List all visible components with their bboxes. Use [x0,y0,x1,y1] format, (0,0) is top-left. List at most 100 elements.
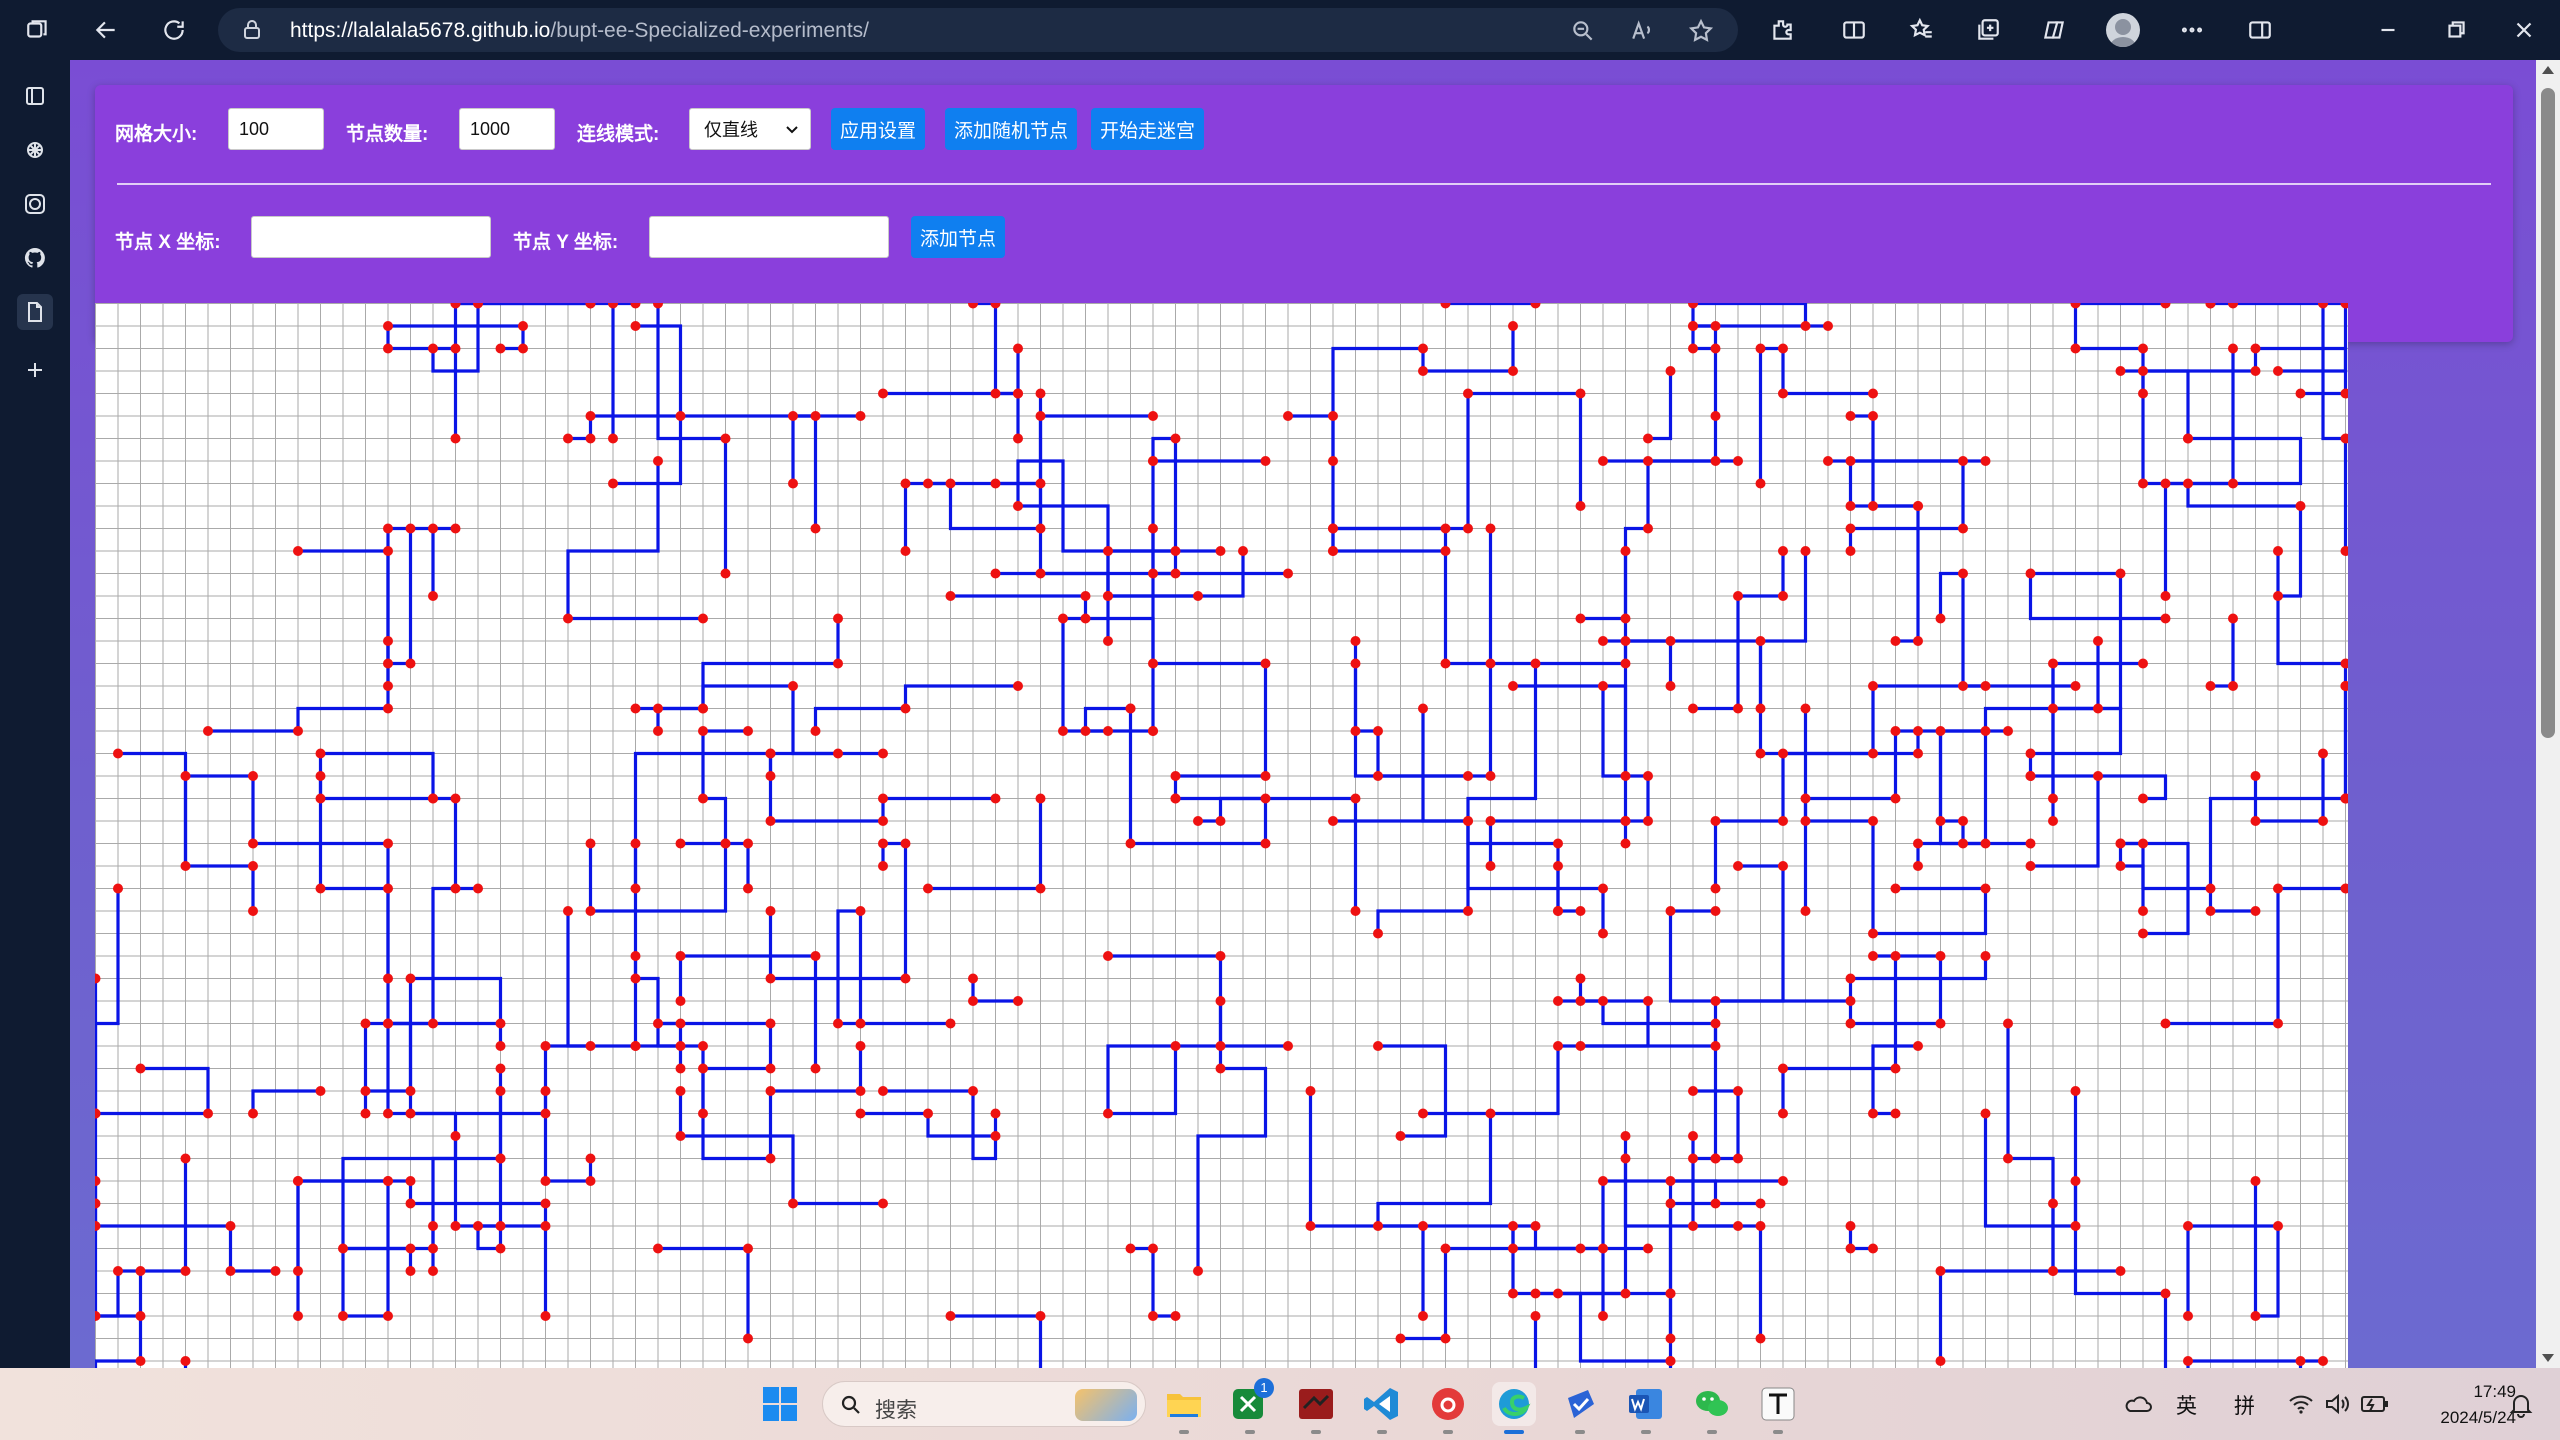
ime-mode[interactable]: 拼 [2234,1390,2255,1420]
maze-node[interactable] [1913,636,1923,646]
maze-grid[interactable] [95,303,2348,1368]
typora-icon[interactable] [1756,1382,1800,1434]
maze-node[interactable] [1328,523,1338,534]
maze-node[interactable] [518,321,528,331]
maze-node[interactable] [1800,906,1811,916]
maze-node[interactable] [1665,906,1676,916]
maze-node[interactable] [95,1108,101,1119]
maze-node[interactable] [1485,1108,1496,1119]
maze-node[interactable] [2070,1221,2081,1231]
maze-node[interactable] [765,1153,776,1164]
maze-node[interactable] [135,1311,146,1321]
maze-node[interactable] [2025,748,2036,759]
maze-node[interactable] [2273,1221,2283,1231]
maze-node[interactable] [1575,1243,1586,1254]
maze-node[interactable] [203,1108,213,1119]
maze-node[interactable] [833,1018,843,1029]
maze-node[interactable] [1778,343,1788,354]
maze-node[interactable] [855,1018,866,1029]
vscode-icon[interactable] [1360,1382,1404,1434]
maze-node[interactable] [1215,1041,1226,1051]
maze-node[interactable] [675,1041,686,1051]
maze-node[interactable] [1553,1288,1563,1299]
maze-node[interactable] [405,1243,416,1254]
maze-node[interactable] [113,883,123,894]
maze-node[interactable] [2250,771,2261,781]
taskbar-search[interactable]: 搜索 [822,1381,1146,1427]
maze-node[interactable] [1553,1041,1563,1051]
maze-node[interactable] [1575,996,1586,1006]
maze-node[interactable] [1485,816,1496,826]
maze-node[interactable] [2048,703,2058,714]
maze-node[interactable] [1553,906,1563,916]
maze-node[interactable] [585,411,596,421]
maze-node[interactable] [1170,433,1181,444]
maze-node[interactable] [1305,1086,1316,1096]
maze-node[interactable] [473,883,483,894]
maze-node[interactable] [2340,388,2349,399]
maze-node[interactable] [1013,996,1023,1006]
maze-node[interactable] [563,613,573,624]
maze-node[interactable] [585,838,596,849]
maze-node[interactable] [450,343,461,354]
maze-node[interactable] [270,1266,281,1276]
maze-node[interactable] [1620,546,1631,556]
apply-settings-button[interactable]: 应用设置 [831,108,926,150]
maze-node[interactable] [1688,1221,1698,1231]
maze-node[interactable] [1778,591,1788,601]
maze-node[interactable] [2183,433,2193,444]
maze-node[interactable] [1913,838,1923,849]
maze-node[interactable] [1463,906,1473,916]
maze-node[interactable] [1665,1356,1676,1366]
maze-node[interactable] [1373,771,1383,781]
maze-node[interactable] [1890,636,1901,646]
maze-node[interactable] [720,433,731,444]
maze-node[interactable] [765,973,776,984]
maze-node[interactable] [1958,523,1968,534]
maze-node[interactable] [1575,906,1586,916]
tabs-icon[interactable] [17,78,53,114]
maze-node[interactable] [1845,501,1856,511]
maze-node[interactable] [1980,1108,1991,1119]
maze-node[interactable] [878,793,888,804]
maze-node[interactable] [653,1243,663,1254]
maze-node[interactable] [2273,1018,2283,1029]
maze-node[interactable] [1013,433,1023,444]
maze-node[interactable] [248,838,258,849]
maze-node[interactable] [248,1108,258,1119]
maze-node[interactable] [1553,838,1563,849]
maze-node[interactable] [180,1153,191,1164]
maze-node[interactable] [2138,366,2148,376]
maze-node[interactable] [2138,793,2148,804]
maze-node[interactable] [405,1198,416,1209]
maze-node[interactable] [2160,613,2171,624]
maze-node[interactable] [630,703,641,714]
maze-node[interactable] [1598,883,1608,894]
maze-node[interactable] [1890,726,1901,736]
maze-node[interactable] [2138,838,2148,849]
maze-node[interactable] [2070,303,2081,309]
netease-music-icon[interactable] [1426,1382,1470,1434]
maze-node[interactable] [1373,1221,1383,1231]
maze-node[interactable] [2340,793,2349,804]
maze-node[interactable] [743,1243,753,1254]
maze-node[interactable] [1530,1311,1541,1321]
maze-node[interactable] [900,478,911,489]
maze-node[interactable] [2138,388,2148,399]
maze-node[interactable] [1598,456,1608,466]
maze-node[interactable] [450,793,461,804]
address-bar[interactable]: https://lalalala5678.github.io/bupt-ee-S… [218,8,1738,52]
maze-node[interactable] [1643,433,1653,444]
maze-node[interactable] [630,838,641,849]
maze-node[interactable] [1620,636,1631,646]
battery-icon[interactable] [2360,1394,2390,1414]
maze-node[interactable] [1845,546,1856,556]
maze-node[interactable] [1620,658,1631,669]
maze-node[interactable] [1935,1356,1946,1366]
favorites-icon[interactable] [1906,14,1938,46]
maze-node[interactable] [383,1176,393,1186]
maze-node[interactable] [2340,546,2349,556]
maze-node[interactable] [2115,861,2126,871]
maze-node[interactable] [1035,523,1046,534]
maze-node[interactable] [1868,388,1878,399]
